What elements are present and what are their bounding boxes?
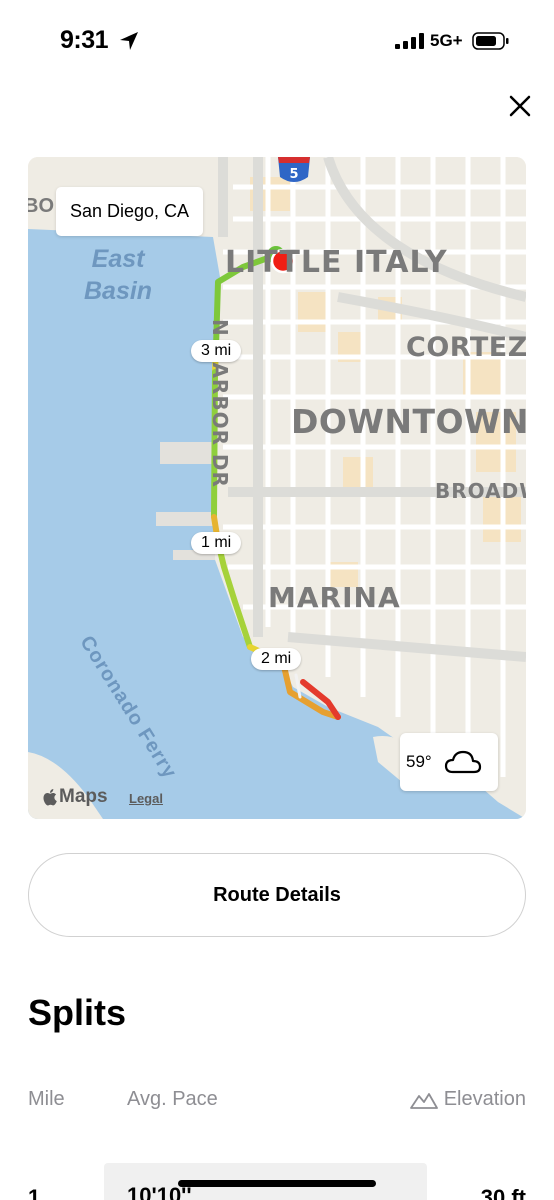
split-row-elevation: 30 ft <box>480 1185 526 1200</box>
column-header-mile: Mile <box>28 1088 65 1110</box>
legal-link[interactable]: Legal <box>129 791 163 806</box>
mountain-icon <box>409 1092 438 1109</box>
weather-chip: 59° <box>400 733 498 791</box>
battery-icon <box>472 32 509 50</box>
map-label-cortez: CORTEZ H <box>406 332 526 363</box>
map-label-downtown: DOWNTOWN <box>291 402 526 441</box>
split-row-mile: 1 <box>28 1185 41 1200</box>
status-bar: 9:31 5G+ <box>0 0 554 86</box>
mile-marker-3: 3 mi <box>191 340 242 362</box>
route-map[interactable]: 5 San Diego, CA BO East Basin LITTLE ITA… <box>28 157 526 819</box>
map-label-little-italy: LITTLE ITALY <box>225 245 448 280</box>
mile-marker-1: 1 mi <box>191 532 242 554</box>
map-label-marina: MARINA <box>268 581 401 614</box>
weather-temperature: 59° <box>406 752 432 771</box>
maps-brand: Maps <box>42 786 108 808</box>
column-header-elevation: Elevation <box>409 1088 526 1111</box>
signal-bars-icon <box>395 33 424 49</box>
highway-shield-icon: 5 <box>278 157 310 182</box>
column-header-elevation-label: Elevation <box>443 1088 526 1110</box>
route-details-button[interactable]: Route Details <box>28 853 526 937</box>
svg-text:5: 5 <box>289 167 298 182</box>
cloud-icon <box>444 750 481 774</box>
map-label-partial: BO <box>28 195 54 217</box>
map-label-east-basin: East Basin <box>84 245 153 305</box>
location-chip: San Diego, CA <box>56 187 204 236</box>
apple-logo-icon <box>43 789 57 806</box>
network-label: 5G+ <box>430 31 463 50</box>
mile-marker-2: 2 mi <box>251 648 302 670</box>
location-arrow-icon <box>120 32 138 50</box>
splits-title: Splits <box>28 992 127 1033</box>
status-time: 9:31 <box>60 26 109 54</box>
column-header-pace: Avg. Pace <box>127 1088 218 1110</box>
home-indicator[interactable] <box>178 1180 376 1187</box>
map-label-broadway: BROADW <box>435 479 526 503</box>
maps-brand-text: Maps <box>59 786 108 807</box>
close-icon[interactable] <box>505 91 535 121</box>
